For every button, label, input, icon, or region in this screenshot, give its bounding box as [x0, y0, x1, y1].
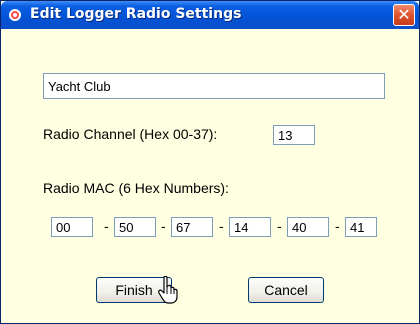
close-button[interactable]: ✕: [393, 4, 415, 26]
mac-separator: -: [104, 218, 109, 234]
radio-channel-input[interactable]: 13: [273, 125, 315, 145]
mac-octet-2-input[interactable]: 50: [114, 217, 156, 237]
logger-name-input[interactable]: Yacht Club: [43, 73, 385, 99]
cancel-button[interactable]: Cancel: [248, 277, 324, 303]
mac-octet-1-input[interactable]: 00: [51, 217, 93, 237]
mac-separator: -: [277, 218, 282, 234]
app-icon: [9, 9, 21, 21]
title-bar[interactable]: Edit Logger Radio Settings ✕: [1, 1, 419, 29]
edit-logger-radio-settings-dialog: Edit Logger Radio Settings ✕ Yacht Club …: [0, 0, 420, 324]
mac-separator: -: [335, 218, 340, 234]
mac-octet-3-input[interactable]: 67: [171, 217, 213, 237]
radio-mac-label: Radio MAC (6 Hex Numbers):: [43, 180, 229, 196]
mac-separator: -: [219, 218, 224, 234]
mac-octet-4-input[interactable]: 14: [229, 217, 271, 237]
mac-octet-5-input[interactable]: 40: [287, 217, 329, 237]
radio-channel-label: Radio Channel (Hex 00-37):: [43, 126, 218, 142]
mac-octet-6-input[interactable]: 41: [345, 217, 377, 237]
window-title: Edit Logger Radio Settings: [30, 6, 242, 22]
hand-pointer-icon: [158, 276, 178, 304]
close-icon: ✕: [397, 5, 411, 24]
mac-separator: -: [161, 218, 166, 234]
